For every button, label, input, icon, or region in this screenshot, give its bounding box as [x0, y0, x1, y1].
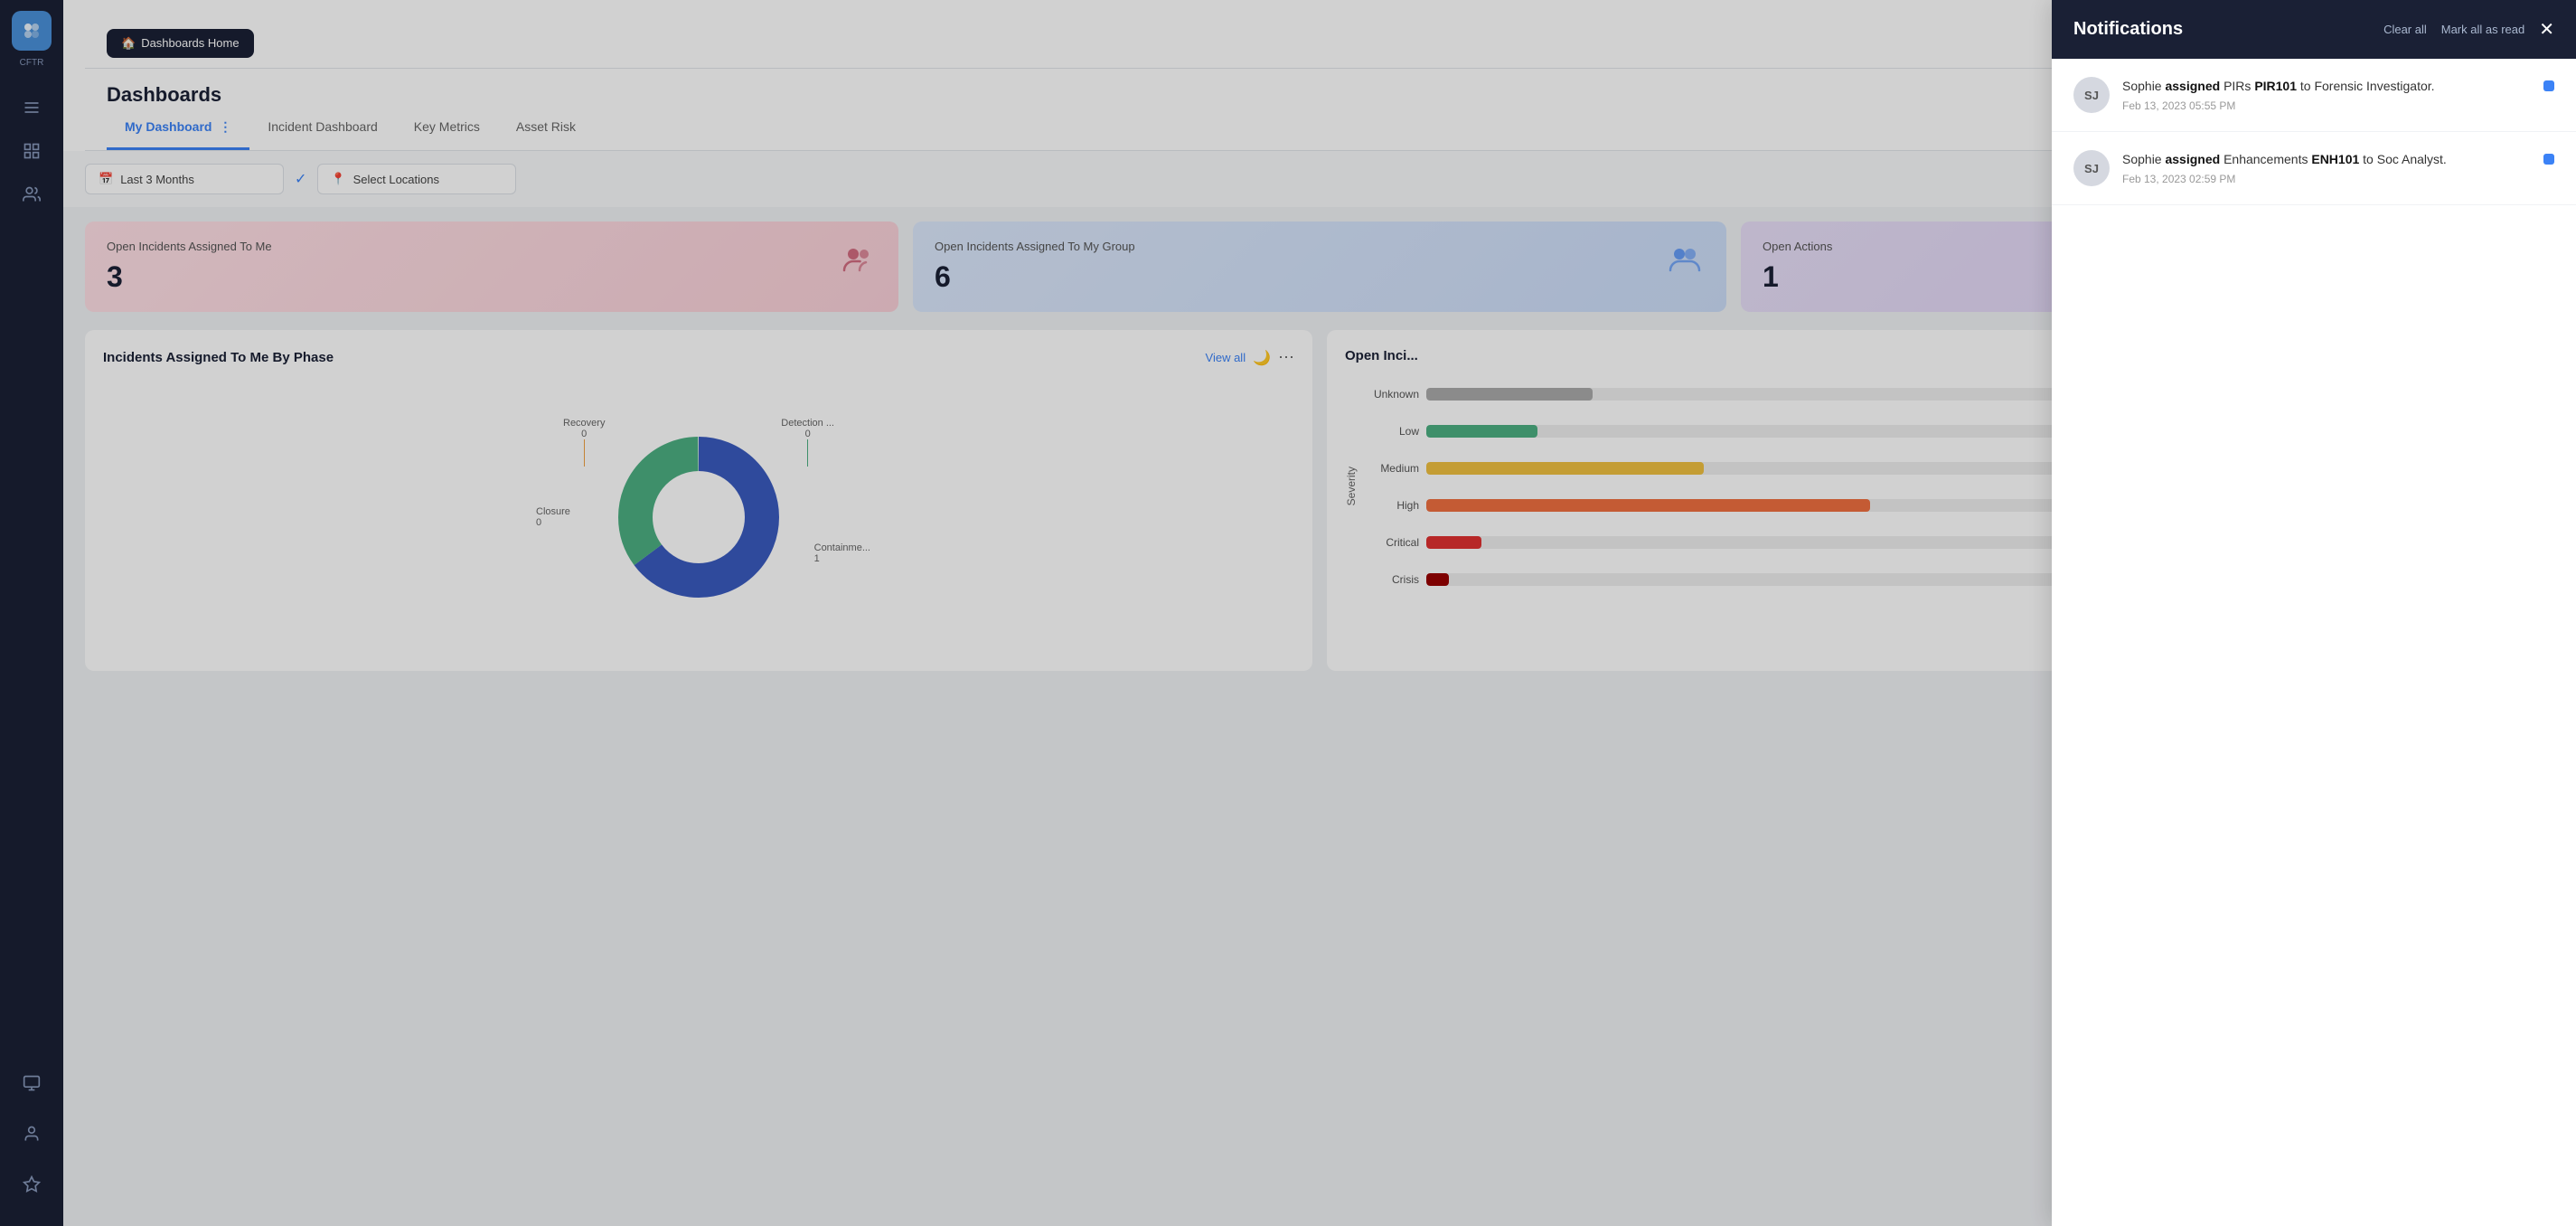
- notification-item-1: SJ Sophie assigned PIRs PIR101 to Forens…: [2052, 59, 2576, 132]
- notifications-panel: Notifications Clear all Mark all as read…: [2052, 0, 2576, 1226]
- clear-all-button[interactable]: Clear all: [2383, 23, 2427, 36]
- notif-text-2: Sophie assigned Enhancements ENH101 to S…: [2122, 150, 2531, 169]
- notifications-title: Notifications: [2073, 19, 2183, 40]
- notif-avatar-2: SJ: [2073, 150, 2110, 186]
- notifications-close-button[interactable]: ✕: [2539, 18, 2554, 41]
- notification-item-2: SJ Sophie assigned Enhancements ENH101 t…: [2052, 132, 2576, 205]
- notifications-list: SJ Sophie assigned PIRs PIR101 to Forens…: [2052, 59, 2576, 1226]
- notif-time-1: Feb 13, 2023 05:55 PM: [2122, 99, 2531, 112]
- notif-avatar-1: SJ: [2073, 77, 2110, 113]
- notif-time-2: Feb 13, 2023 02:59 PM: [2122, 173, 2531, 185]
- unread-dot-2: [2543, 154, 2554, 165]
- notifications-header: Notifications Clear all Mark all as read…: [2052, 0, 2576, 59]
- notif-text-1: Sophie assigned PIRs PIR101 to Forensic …: [2122, 77, 2531, 96]
- mark-all-read-button[interactable]: Mark all as read: [2441, 23, 2524, 36]
- unread-dot-1: [2543, 80, 2554, 91]
